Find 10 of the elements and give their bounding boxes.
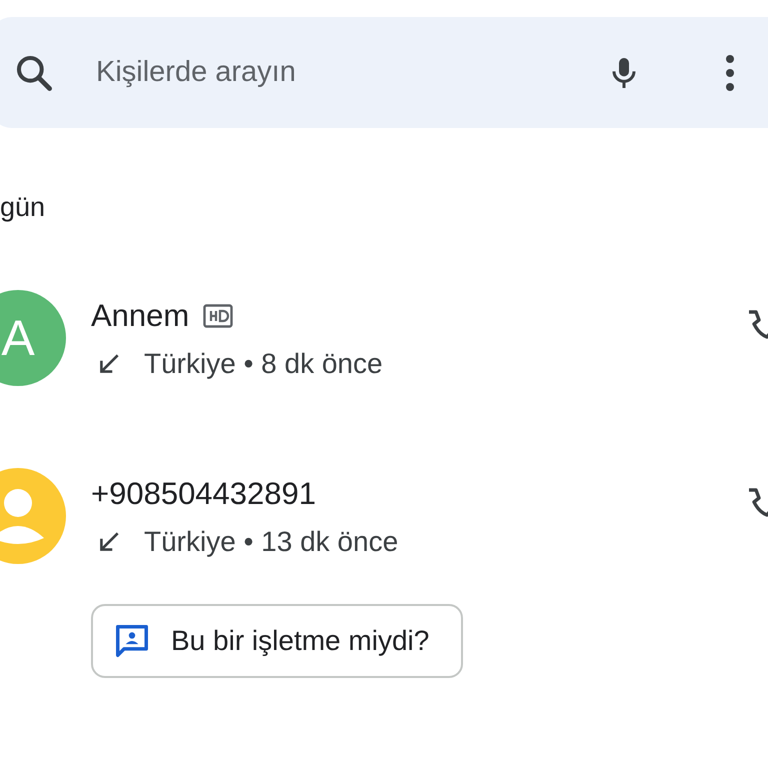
caller-name: Annem — [91, 297, 190, 335]
call-detail: Türkiye • 13 dk önce — [144, 526, 398, 558]
call-detail: Türkiye • 8 dk önce — [144, 348, 383, 380]
search-field[interactable]: Kişilerde arayın — [94, 55, 578, 90]
caller-name: +908504432891 — [91, 475, 316, 513]
section-title: gün — [0, 191, 46, 224]
business-prompt-button[interactable]: Bu bir işletme miydi? — [91, 604, 464, 678]
more-options-icon[interactable] — [724, 52, 736, 92]
contact-card-icon — [113, 622, 151, 660]
search-bar[interactable]: Kişilerde arayın — [0, 17, 768, 128]
